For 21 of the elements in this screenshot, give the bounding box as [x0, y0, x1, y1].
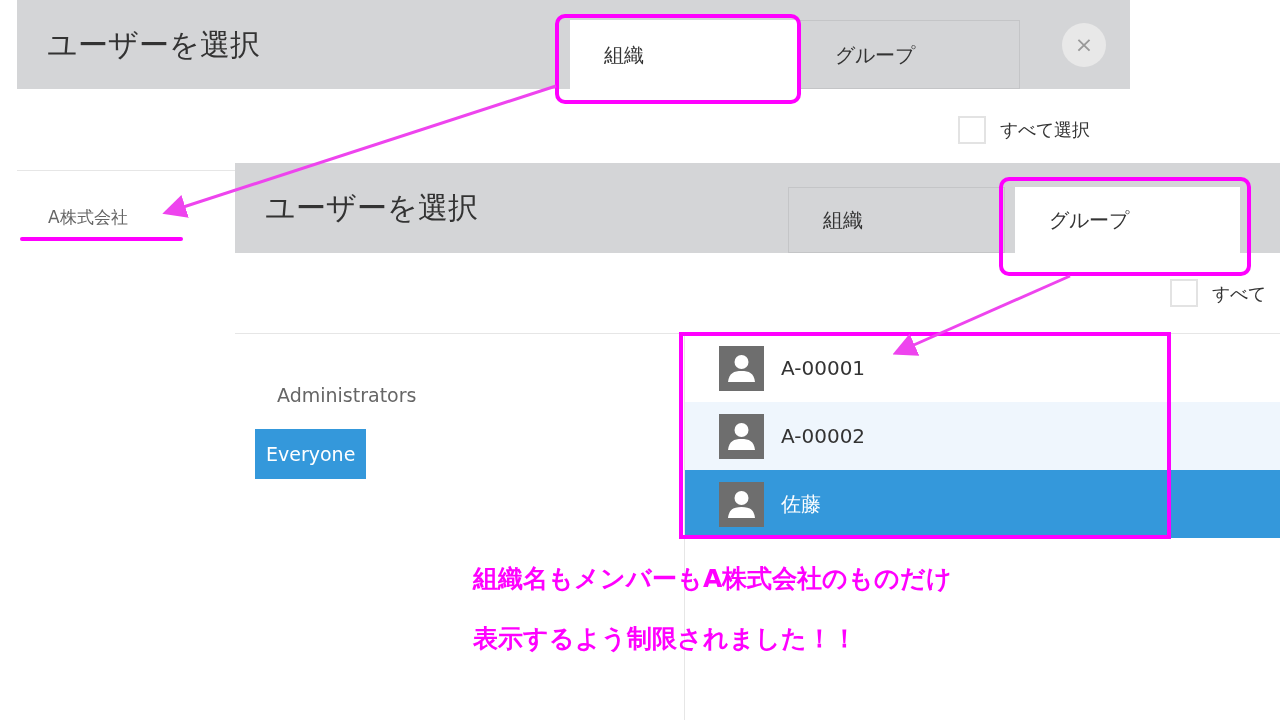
dialog-tab[interactable]: 組織 — [570, 20, 800, 89]
select-all-label: すべて選択 — [1000, 118, 1090, 142]
dialog-title: ユーザーを選択 — [264, 189, 478, 227]
user-avatar-icon — [719, 481, 764, 527]
member-name: 佐藤 — [781, 491, 821, 518]
member-name: A-00002 — [781, 423, 866, 450]
dialog-tab[interactable]: 組織 — [788, 187, 1005, 253]
user-avatar-icon — [719, 345, 764, 391]
dialog-tab[interactable]: グループ — [800, 20, 1020, 89]
dialog-title: ユーザーを選択 — [46, 26, 260, 64]
select-all-checkbox[interactable] — [1170, 279, 1198, 307]
annotation-text: 組織名もメンバーもA株式会社のものだけ — [473, 563, 953, 595]
dialog-tab[interactable]: グループ — [1015, 187, 1240, 253]
user-avatar-icon — [719, 413, 764, 459]
member-row[interactable]: A-00002 — [685, 402, 1280, 470]
select-all-label: すべて — [1212, 281, 1266, 306]
member-name: A-00001 — [781, 355, 866, 382]
list-item[interactable]: Administrators — [266, 370, 428, 421]
list-item[interactable]: A株式会社 — [48, 205, 128, 231]
select-all-checkbox[interactable] — [958, 115, 986, 144]
annotation-text: 表示するよう制限されました！！ — [473, 622, 858, 655]
